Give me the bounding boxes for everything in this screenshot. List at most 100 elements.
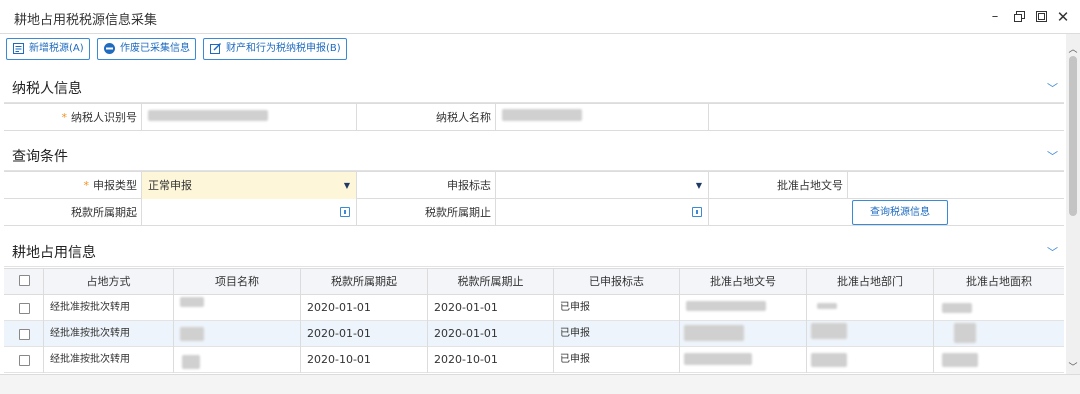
dropdown-arrow-icon[interactable]: ▼ bbox=[696, 172, 702, 199]
add-tax-source-label: 新增税源(A) bbox=[29, 43, 84, 54]
restore-icon[interactable] bbox=[1010, 8, 1028, 26]
period-start-date-input[interactable] bbox=[142, 199, 357, 226]
close-icon[interactable]: ✕ bbox=[1054, 8, 1072, 26]
void-collected-label: 作废已采集信息 bbox=[120, 43, 190, 54]
approval-no-cell bbox=[680, 321, 807, 347]
column-header[interactable]: 批准占地部门 bbox=[807, 269, 934, 295]
table-row[interactable]: 经批准按批次转用 2020-10-01 2020-10-01 已申报 bbox=[4, 347, 1064, 373]
taxpayer-name-label-cell: 纳税人名称 bbox=[357, 104, 496, 131]
scrollbar-thumb[interactable] bbox=[1069, 56, 1077, 216]
declared-flag-cell: 已申报 bbox=[554, 295, 680, 321]
taxpayer-section-header[interactable]: 纳税人信息 ﹀ bbox=[4, 70, 1064, 103]
document-add-icon bbox=[13, 43, 24, 54]
column-header[interactable]: 税款所属期止 bbox=[428, 269, 554, 295]
add-tax-source-button[interactable]: 新增税源(A) bbox=[6, 38, 90, 60]
dropdown-arrow-icon[interactable]: ▼ bbox=[344, 172, 350, 199]
redacted-approval-area bbox=[942, 353, 978, 367]
period-end-cell: 2020-10-01 bbox=[428, 347, 554, 373]
approval-dept-cell bbox=[807, 295, 934, 321]
period-end-date-input[interactable] bbox=[496, 199, 709, 226]
column-header[interactable]: 占地方式 bbox=[44, 269, 174, 295]
table-row[interactable]: 经批准按批次转用 2020-01-01 2020-01-01 已申报 bbox=[4, 295, 1064, 321]
row-checkbox[interactable] bbox=[19, 329, 30, 340]
column-header[interactable]: 税款所属期起 bbox=[301, 269, 428, 295]
window-titlebar: 耕地占用税税源信息采集 – ✕ bbox=[0, 0, 1080, 34]
chevron-down-icon[interactable]: ﹀ bbox=[1047, 244, 1058, 260]
select-all-cell bbox=[4, 269, 44, 295]
scroll-down-icon[interactable]: ﹀ bbox=[1066, 360, 1080, 373]
chevron-down-icon[interactable]: ﹀ bbox=[1047, 80, 1058, 96]
property-tax-report-button[interactable]: 财产和行为税纳税申报(B) bbox=[203, 38, 347, 60]
column-header[interactable]: 批准占地面积 bbox=[934, 269, 1064, 295]
period-end-label: 税款所属期止 bbox=[425, 206, 491, 219]
redacted-taxpayer-id bbox=[148, 110, 268, 121]
period-end-label-cell: 税款所属期止 bbox=[357, 199, 496, 226]
column-header[interactable]: 项目名称 bbox=[174, 269, 301, 295]
redacted-approval-no bbox=[684, 353, 752, 365]
period-start-cell: 2020-01-01 bbox=[301, 321, 428, 347]
table-row[interactable]: 经批准按批次转用 2020-01-01 2020-01-01 已申报 bbox=[4, 321, 1064, 347]
required-marker: * bbox=[61, 111, 68, 124]
redacted-approval-no bbox=[684, 325, 744, 341]
chevron-down-icon[interactable]: ﹀ bbox=[1047, 148, 1058, 164]
taxpayer-section-title: 纳税人信息 bbox=[12, 81, 82, 97]
method-cell: 经批准按批次转用 bbox=[44, 321, 174, 347]
calendar-icon[interactable] bbox=[692, 207, 702, 217]
property-tax-report-label: 财产和行为税纳税申报(B) bbox=[226, 43, 341, 54]
period-end-cell: 2020-01-01 bbox=[428, 295, 554, 321]
empty-cell bbox=[709, 104, 1064, 131]
taxpayer-id-field[interactable] bbox=[142, 104, 357, 131]
approval-no-label-cell: 批准占地文号 bbox=[709, 172, 848, 199]
row-checkbox[interactable] bbox=[19, 303, 30, 314]
query-row-1: * 申报类型 正常申报 ▼ 申报标志 ▼ 批准占地文号 bbox=[4, 172, 1064, 199]
search-tax-source-button[interactable]: 查询税源信息 bbox=[852, 200, 948, 225]
period-end-cell: 2020-01-01 bbox=[428, 321, 554, 347]
query-section-title: 查询条件 bbox=[12, 149, 68, 165]
redacted-project-name bbox=[180, 327, 204, 341]
taxpayer-name-field[interactable] bbox=[496, 104, 709, 131]
decl-type-label: 申报类型 bbox=[93, 179, 137, 192]
vertical-scrollbar[interactable]: ︿ ﹀ bbox=[1066, 34, 1080, 374]
approval-dept-cell bbox=[807, 321, 934, 347]
period-start-label: 税款所属期起 bbox=[71, 206, 137, 219]
approval-no-cell bbox=[680, 295, 807, 321]
void-collected-button[interactable]: 作废已采集信息 bbox=[97, 38, 196, 60]
period-start-cell: 2020-01-01 bbox=[301, 295, 428, 321]
project-name-cell bbox=[174, 347, 301, 373]
redacted-approval-dept bbox=[817, 303, 837, 309]
column-header[interactable]: 批准占地文号 bbox=[680, 269, 807, 295]
toolbar: 新增税源(A) 作废已采集信息 财产和行为税纳税申报(B) bbox=[0, 34, 1066, 66]
window-title: 耕地占用税税源信息采集 bbox=[14, 13, 158, 28]
decl-flag-select[interactable]: ▼ bbox=[496, 172, 709, 199]
table-header-row: 占地方式 项目名称 税款所属期起 税款所属期止 已申报标志 批准占地文号 批准占… bbox=[4, 268, 1064, 295]
decl-type-label-cell: * 申报类型 bbox=[4, 172, 142, 199]
approval-area-cell bbox=[934, 347, 1064, 373]
required-marker: * bbox=[83, 179, 90, 192]
taxpayer-form: * 纳税人识别号 纳税人名称 bbox=[4, 103, 1064, 131]
edit-icon bbox=[210, 43, 221, 54]
approval-no-input[interactable] bbox=[848, 172, 1064, 199]
window-footer bbox=[0, 374, 1080, 394]
minimize-icon[interactable]: – bbox=[986, 8, 1004, 26]
search-button-cell: 查询税源信息 bbox=[709, 199, 1064, 226]
column-header[interactable]: 已申报标志 bbox=[554, 269, 680, 295]
redacted-approval-no bbox=[686, 301, 766, 311]
select-all-checkbox[interactable] bbox=[19, 275, 30, 286]
scroll-up-icon[interactable]: ︿ bbox=[1066, 42, 1080, 55]
maximize-icon[interactable] bbox=[1032, 8, 1050, 26]
row-checkbox-cell bbox=[4, 347, 44, 373]
taxpayer-id-label: 纳税人识别号 bbox=[71, 111, 137, 124]
query-section-header[interactable]: 查询条件 ﹀ bbox=[4, 138, 1064, 171]
query-form: * 申报类型 正常申报 ▼ 申报标志 ▼ 批准占地文号 税款所属期起 税款所属期… bbox=[4, 171, 1064, 227]
taxpayer-id-label-cell: * 纳税人识别号 bbox=[4, 104, 142, 131]
row-checkbox[interactable] bbox=[19, 355, 30, 366]
decl-type-select[interactable]: 正常申报 ▼ bbox=[142, 172, 357, 199]
approval-dept-cell bbox=[807, 347, 934, 373]
decl-flag-label-cell: 申报标志 bbox=[357, 172, 496, 199]
decl-type-value: 正常申报 bbox=[148, 179, 192, 192]
redacted-approval-dept bbox=[811, 323, 847, 339]
occupancy-section-header[interactable]: 耕地占用信息 ﹀ bbox=[4, 234, 1064, 267]
void-icon bbox=[104, 43, 115, 54]
taxpayer-row: * 纳税人识别号 纳税人名称 bbox=[4, 104, 1064, 131]
calendar-icon[interactable] bbox=[340, 207, 350, 217]
